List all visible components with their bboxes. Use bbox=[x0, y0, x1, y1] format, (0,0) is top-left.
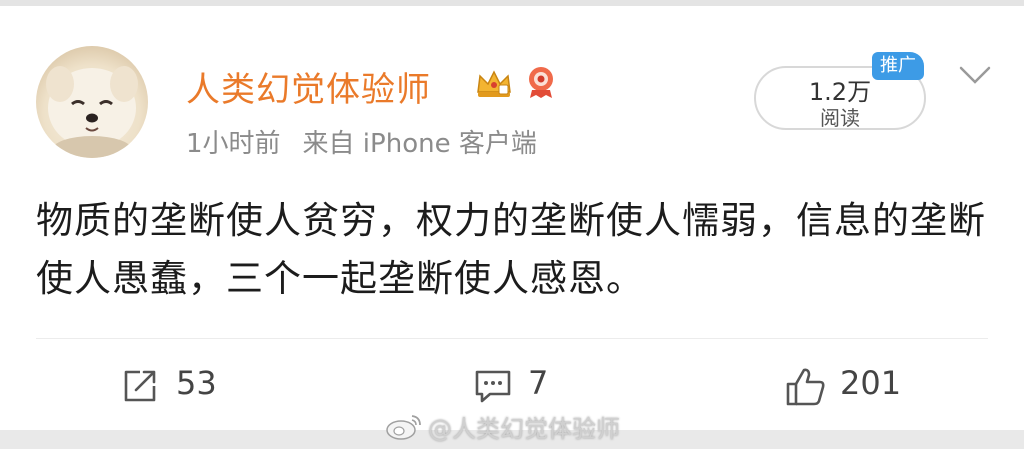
watermark-text: @人类幻觉体验师 bbox=[428, 415, 620, 443]
divider bbox=[36, 338, 988, 339]
chevron-down-icon[interactable] bbox=[958, 64, 992, 90]
post-source: 来自 iPhone 客户端 bbox=[302, 129, 537, 159]
author-avatar[interactable] bbox=[36, 46, 148, 158]
comment-count: 7 bbox=[528, 364, 549, 402]
repost-icon bbox=[124, 370, 156, 402]
promo-tag[interactable]: 推广 bbox=[872, 52, 924, 80]
red-badge-icon[interactable] bbox=[524, 64, 558, 104]
read-label: 阅读 bbox=[820, 106, 860, 130]
weibo-watermark: @人类幻觉体验师 bbox=[384, 409, 620, 448]
post-meta: 1小时前 来自 iPhone 客户端 bbox=[186, 123, 537, 160]
author-name[interactable]: 人类幻觉体验师 bbox=[186, 62, 431, 111]
repost-count: 53 bbox=[176, 364, 217, 402]
thumbs-up-icon bbox=[786, 368, 825, 406]
weibo-logo-icon bbox=[384, 412, 424, 448]
weibo-post-card: 人类幻觉体验师 1小时前 来自 iPhone 客户端 1.2万 阅读 推广 物质的… bbox=[0, 0, 1024, 430]
like-count: 201 bbox=[840, 364, 902, 402]
post-text: 物质的垄断使人贫穷，权力的垄断使人懦弱，信息的垄断使人愚蠢，三个一起垄断使人感恩… bbox=[36, 199, 986, 300]
post-time: 1小时前 bbox=[186, 129, 281, 159]
comment-icon bbox=[475, 370, 511, 403]
dog-avatar-icon bbox=[46, 66, 138, 158]
crown-badge-icon[interactable] bbox=[474, 66, 514, 104]
